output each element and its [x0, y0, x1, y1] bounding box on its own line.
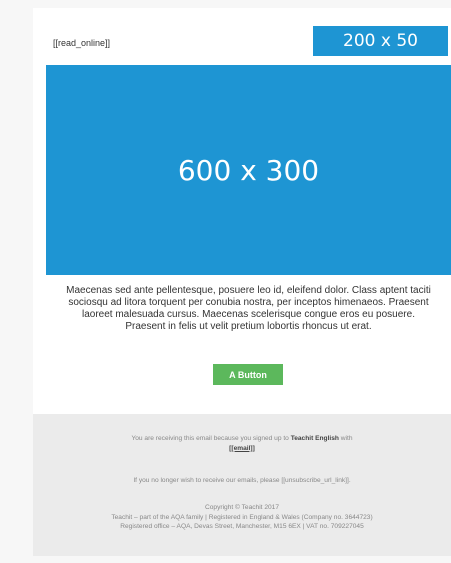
body-paragraph: Maecenas sed ante pellentesque, posuere … [66, 285, 431, 332]
email-footer: You are receiving this email because you… [33, 414, 451, 556]
read-online-link[interactable]: [[read_online]] [53, 38, 110, 48]
hero-image-placeholder: 600 x 300 [46, 65, 451, 275]
footer-copyright: Copyright © Teachit 2017 [204, 504, 279, 511]
footer-company-line: Teachit – part of the AQA family | Regis… [111, 513, 373, 521]
footer-receiving-suffix: with [340, 435, 353, 442]
footer-brand: Teachit English [290, 435, 339, 442]
footer-office-line: Registered office – AQA, Devas Street, M… [120, 523, 364, 530]
footer-unsubscribe-text[interactable]: If you no longer wish to receive our ema… [33, 476, 451, 486]
footer-email-link[interactable]: [[email]] [229, 445, 255, 452]
logo-placeholder: 200 x 50 [313, 26, 448, 56]
cta-button[interactable]: A Button [213, 364, 283, 385]
footer-receiving-prefix: You are receiving this email because you… [131, 435, 289, 442]
footer-legal: Copyright © Teachit 2017 Teachit – part … [33, 503, 451, 532]
email-container: [[read_online]] 200 x 50 600 x 300 Maece… [33, 8, 451, 556]
email-header: [[read_online]] 200 x 50 [33, 8, 451, 66]
footer-unsubscribe: If you no longer wish to receive our ema… [33, 476, 451, 486]
footer-subscription-notice: You are receiving this email because you… [33, 434, 451, 453]
